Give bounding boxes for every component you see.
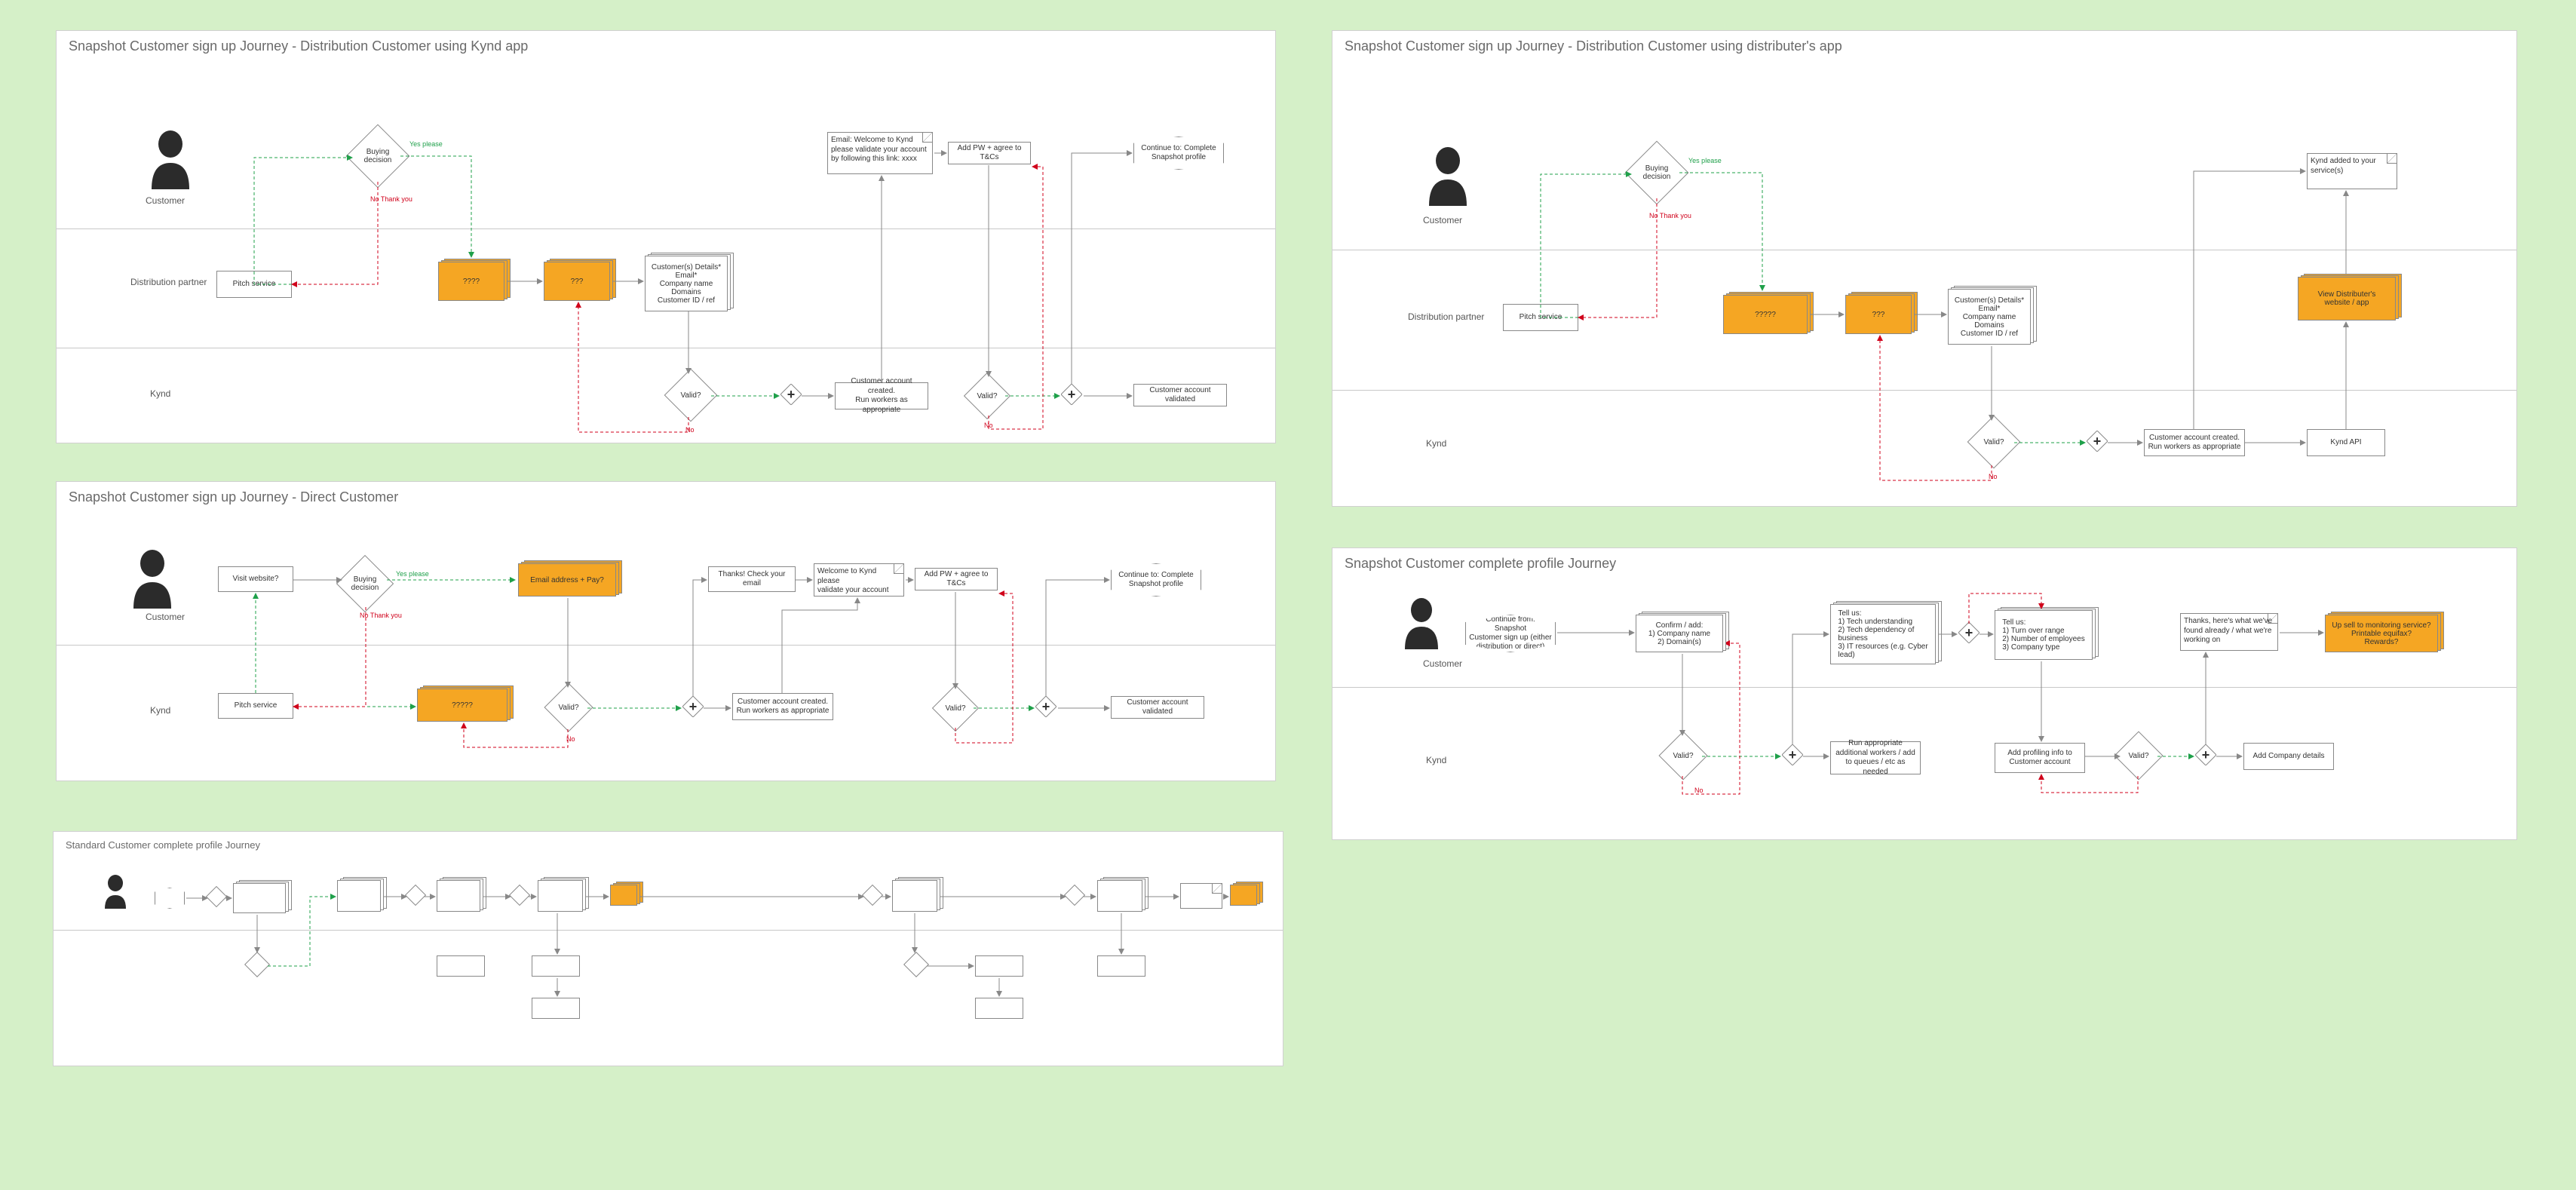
stack-details: Customer(s) Details* Email* Company name… [1948,289,2031,345]
gate-icon: + [780,384,802,405]
stack-tell2: Tell us: 1) Turn over range 2) Number of… [1995,610,2093,660]
gate-icon: + [2087,431,2108,452]
edge-label: Yes please [1688,157,1722,164]
panel-standard-profile: Standard Customer complete profile Journ… [53,831,1283,1066]
customer-avatar-icon [1399,597,1444,649]
stack-q2: ??? [544,262,610,301]
stack-q1: ???? [438,262,504,301]
panel-kynd-app: Snapshot Customer sign up Journey - Dist… [56,30,1276,443]
edge-label: No Thank you [1649,212,1691,219]
node-pitch: Pitch service [218,693,293,719]
edge-label: Yes please [409,140,443,148]
node-pw: Add PW + agree to T&Cs [948,142,1031,164]
panel-title: Snapshot Customer complete profile Journ… [1345,556,1616,572]
edge-label: No Thank you [360,612,402,619]
edge-label: No [984,422,993,429]
gate-icon: + [1782,744,1803,765]
edge-label: No Thank you [370,195,412,203]
node-pitch: Pitch service [216,271,292,298]
panel-title: Snapshot Customer sign up Journey - Dire… [69,489,398,505]
node-created: Customer account created. Run workers as… [2144,429,2245,456]
note-welcome: Welcome to Kynd please validate your acc… [814,563,904,597]
stack-q1: ????? [1723,295,1808,334]
panel-title: Snapshot Customer sign up Journey - Dist… [1345,38,1842,54]
gate-icon: + [682,696,704,717]
lane-label: Customer [146,195,185,206]
lane-label: Kynd [1426,438,1446,449]
decision-buying: Buying decision [336,555,394,612]
node-add-details: Add Company details [2243,743,2334,770]
note-info: Thanks, here's what we've found already … [2180,613,2278,651]
stack-view: View Distributer's website / app [2298,277,2396,321]
lane-label: Kynd [150,388,170,399]
decision-valid-2: Valid? [964,373,1010,419]
decision-buying: Buying decision [346,124,410,189]
stack-email-pay: Email address + Pay? [518,563,616,597]
decision-buying: Buying decision [1625,141,1689,205]
stack-q1: ????? [417,689,508,722]
node-continue: Continue to: Complete Snapshot profile [1111,563,1201,597]
node-continue: Continue to: Complete Snapshot profile [1133,136,1224,170]
node-workers: Run appropriate additional workers / add… [1830,741,1921,774]
gate-icon: + [1035,696,1056,717]
decision-valid-2: Valid? [932,685,979,731]
node-created: Customer account created. Run workers as… [732,693,833,720]
lane-label: Distribution partner [1408,311,1484,322]
edge-label: No [1989,473,1998,480]
gate-icon: + [1061,384,1082,405]
node-validated: Customer account validated [1111,696,1204,719]
lane-label: Customer [1423,215,1462,225]
decision-valid: Valid? [1967,416,2021,469]
stack-confirm: Confirm / add: 1) Company name 2) Domain… [1636,615,1723,652]
decision-valid: Valid? [1658,731,1707,780]
lane-label: Kynd [150,705,170,716]
panel-snapshot-profile: Snapshot Customer complete profile Journ… [1332,547,2517,840]
customer-avatar-icon [1421,146,1474,206]
edge-label: Yes please [396,570,429,578]
diagram-canvas: Snapshot Customer sign up Journey - Dist… [0,0,2576,1190]
lane-label: Customer [1423,658,1462,669]
stack-details: Customer(s) Details* Email* Company name… [645,256,728,311]
stack-tell1: Tell us: 1) Tech understanding 2) Tech d… [1830,604,1936,664]
lane-label: Customer [146,612,185,622]
customer-avatar-icon [144,129,197,189]
node-thanks: Thanks! Check your email [708,566,796,592]
panel-distributer-app: Snapshot Customer sign up Journey - Dist… [1332,30,2517,507]
panel-title: Standard Customer complete profile Journ… [66,839,260,851]
gate-icon: + [1958,622,1980,643]
panel-direct: Snapshot Customer sign up Journey - Dire… [56,481,1276,781]
customer-avatar-icon [100,874,130,909]
node-created: Customer account created. Run workers as… [835,382,928,409]
decision-valid: Valid? [544,682,593,731]
stack-upsell: Up sell to monitoring service? Printable… [2325,615,2438,652]
decision-valid: Valid? [664,369,718,422]
edge-label: No [685,426,695,434]
stack-q2: ??? [1845,295,1912,334]
node-api: Kynd API [2307,429,2385,456]
panel-title: Snapshot Customer sign up Journey - Dist… [69,38,528,54]
lane-label: Distribution partner [130,277,207,287]
note-email: Email: Welcome to Kynd please validate y… [827,132,933,174]
node-validated: Customer account validated [1133,384,1227,406]
edge-label: No [566,735,575,743]
gate-icon: + [2195,744,2216,765]
node-pw: Add PW + agree to T&Cs [915,568,998,590]
lane-label: Kynd [1426,755,1446,765]
node-visit: Visit website? [218,566,293,592]
node-cont-from: Continue from: Snapshot Customer sign up… [1465,615,1556,652]
customer-avatar-icon [126,548,179,609]
note-added: Kynd added to your service(s) [2307,153,2397,189]
node-pitch: Pitch service [1503,304,1578,331]
edge-label: No [1694,787,1704,794]
decision-valid-2: Valid? [2114,731,2163,780]
